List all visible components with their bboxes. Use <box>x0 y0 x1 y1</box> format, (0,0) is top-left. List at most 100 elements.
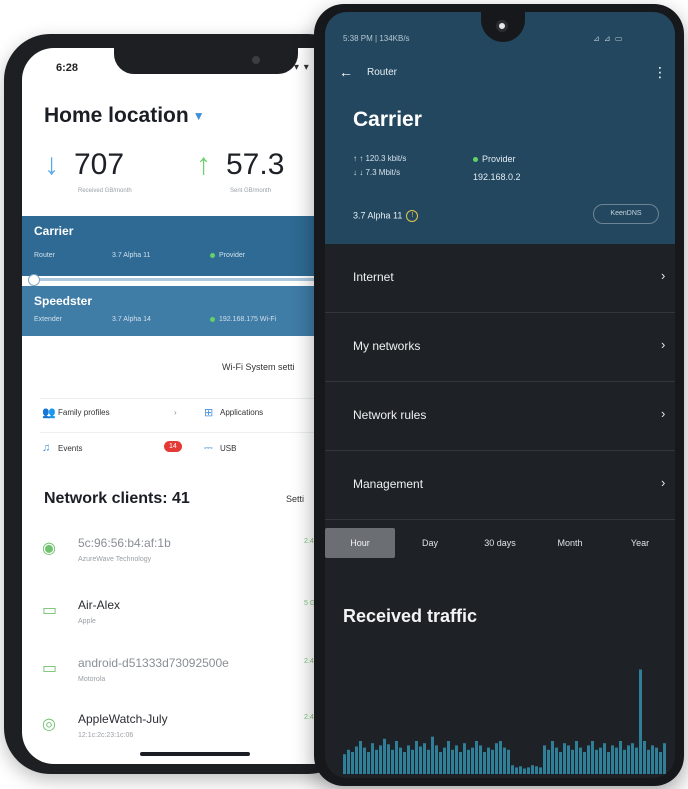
traffic-bar <box>595 749 598 774</box>
left-notch <box>114 48 298 74</box>
traffic-bar <box>503 747 506 774</box>
device-card-speedster[interactable]: Speedster Extender 3.7 Alpha 14 192.168.… <box>22 286 354 336</box>
tab-hour[interactable]: Hour <box>325 528 395 558</box>
client-vendor: AzureWave Technology <box>78 556 152 563</box>
traffic-bar <box>451 749 454 774</box>
client-name: android-d51333d73092500e <box>78 656 229 670</box>
tab-30-days[interactable]: 30 days <box>465 528 535 558</box>
traffic-bar <box>615 747 618 774</box>
traffic-bar <box>363 747 366 774</box>
back-arrow-icon[interactable]: ← <box>339 64 353 80</box>
traffic-bar <box>411 749 414 774</box>
device-status: Provider <box>210 252 245 259</box>
traffic-bar <box>535 766 538 774</box>
traffic-bar <box>527 767 530 774</box>
home-indicator[interactable] <box>140 752 250 756</box>
upload-rate: ↑ ↑ 120.3 kbit/s <box>353 154 407 163</box>
watch-icon: ◎ <box>42 716 56 733</box>
traffic-bar <box>395 741 398 774</box>
traffic-bar <box>403 752 406 774</box>
download-rate: ↓ ↓ 7.3 Mbit/s <box>353 168 401 177</box>
traffic-bar <box>655 747 658 774</box>
traffic-bar <box>563 743 566 774</box>
tablet-icon: ▭ <box>42 660 58 677</box>
traffic-bar <box>495 743 498 774</box>
client-vendor: Motorola <box>78 676 106 683</box>
caret-down-icon: ▼ <box>192 109 205 124</box>
firmware-version: 3.7 Alpha 11! <box>353 210 419 222</box>
traffic-bar <box>551 741 554 774</box>
traffic-bar <box>467 749 470 774</box>
online-dot-icon <box>210 316 215 322</box>
wan-ip: 192.168.0.2 <box>473 172 521 182</box>
menu-management[interactable]: Management › <box>325 451 675 520</box>
clients-settings-link[interactable]: Setti <box>286 494 304 504</box>
traffic-bar <box>415 741 418 774</box>
traffic-bar <box>479 745 482 774</box>
menu-network-rules[interactable]: Network rules › <box>325 382 675 451</box>
traffic-bar <box>475 741 478 774</box>
more-menu-icon[interactable]: ⋮ <box>653 64 667 81</box>
tab-day[interactable]: Day <box>395 528 465 558</box>
menu-internet[interactable]: Internet › <box>325 244 675 313</box>
traffic-bar <box>659 752 662 774</box>
arrow-up-icon: ↑ <box>196 148 211 181</box>
device-card-carrier[interactable]: Carrier Router 3.7 Alpha 11 Provider <box>22 216 354 276</box>
status-time: 6:28 <box>56 62 79 74</box>
traffic-bar <box>663 743 666 774</box>
traffic-bar <box>459 752 462 774</box>
client-row[interactable]: ◉ 5c:96:56:b4:af:1b AzureWave Technology… <box>42 534 354 584</box>
left-phone-screen: 6:28 ▾ ▾ Home location ▼ ↓ 707 Received G… <box>22 48 354 764</box>
traffic-bar <box>487 747 490 774</box>
status-bar-icons: ⊿ ⊿ ▭ <box>593 34 624 43</box>
tile-label: USB <box>220 444 237 453</box>
traffic-bar <box>511 765 514 774</box>
traffic-bar <box>567 745 570 774</box>
traffic-bar <box>435 745 438 774</box>
camera-icon <box>252 56 260 64</box>
traffic-bar <box>639 669 642 774</box>
tile-label: Applications <box>220 408 264 417</box>
apps-grid-icon: ⊞ <box>204 407 214 419</box>
traffic-bar <box>635 747 638 774</box>
bell-icon: ♫ <box>42 442 51 454</box>
traffic-bar <box>371 743 374 774</box>
wifi-system-settings-link[interactable]: Wi-Fi System setti <box>222 362 295 372</box>
traffic-bar <box>359 741 362 774</box>
period-tabs: Hour Day 30 days Month Year <box>325 528 675 558</box>
traffic-bar <box>379 745 382 774</box>
menu-my-networks[interactable]: My networks › <box>325 313 675 382</box>
tile-label: Events <box>58 444 83 453</box>
tab-month[interactable]: Month <box>535 528 605 558</box>
received-traffic-chart <box>343 669 666 774</box>
traffic-bar <box>447 741 450 774</box>
tile-label: Family profiles <box>58 408 110 417</box>
menu-label: My networks <box>353 339 421 353</box>
received-traffic-title: Received traffic <box>343 606 478 626</box>
device-version: 3.7 Alpha 14 <box>112 316 151 323</box>
traffic-bar <box>547 749 550 774</box>
chevron-right-icon: › <box>661 406 666 421</box>
device-role: Router <box>34 252 56 259</box>
traffic-bar <box>587 745 590 774</box>
info-icon[interactable]: ! <box>406 210 419 222</box>
traffic-bar <box>471 747 474 774</box>
traffic-bar <box>427 749 430 774</box>
provider-status: Provider <box>473 154 516 164</box>
traffic-bar <box>619 741 622 774</box>
device-name: Speedster <box>34 294 93 308</box>
client-row[interactable]: ▭ android-d51333d73092500e Motorola 2.4 … <box>42 654 354 704</box>
traffic-bar <box>391 749 394 774</box>
traffic-bar <box>491 749 494 774</box>
traffic-bar <box>603 743 606 774</box>
tab-year[interactable]: Year <box>605 528 675 558</box>
received-caption: Received GB/month <box>78 188 132 194</box>
client-row[interactable]: ▭ Air-Alex Apple 5 G <box>42 596 354 646</box>
device-name: Carrier <box>34 224 74 238</box>
traffic-bar <box>555 747 558 774</box>
location-selector[interactable]: Home location ▼ <box>44 104 205 128</box>
laptop-icon: ▭ <box>42 602 58 619</box>
usb-icon: ⎓ <box>204 442 213 454</box>
sent-value: 57.3 <box>226 148 285 181</box>
keendns-button[interactable]: KeenDNS <box>593 204 659 224</box>
